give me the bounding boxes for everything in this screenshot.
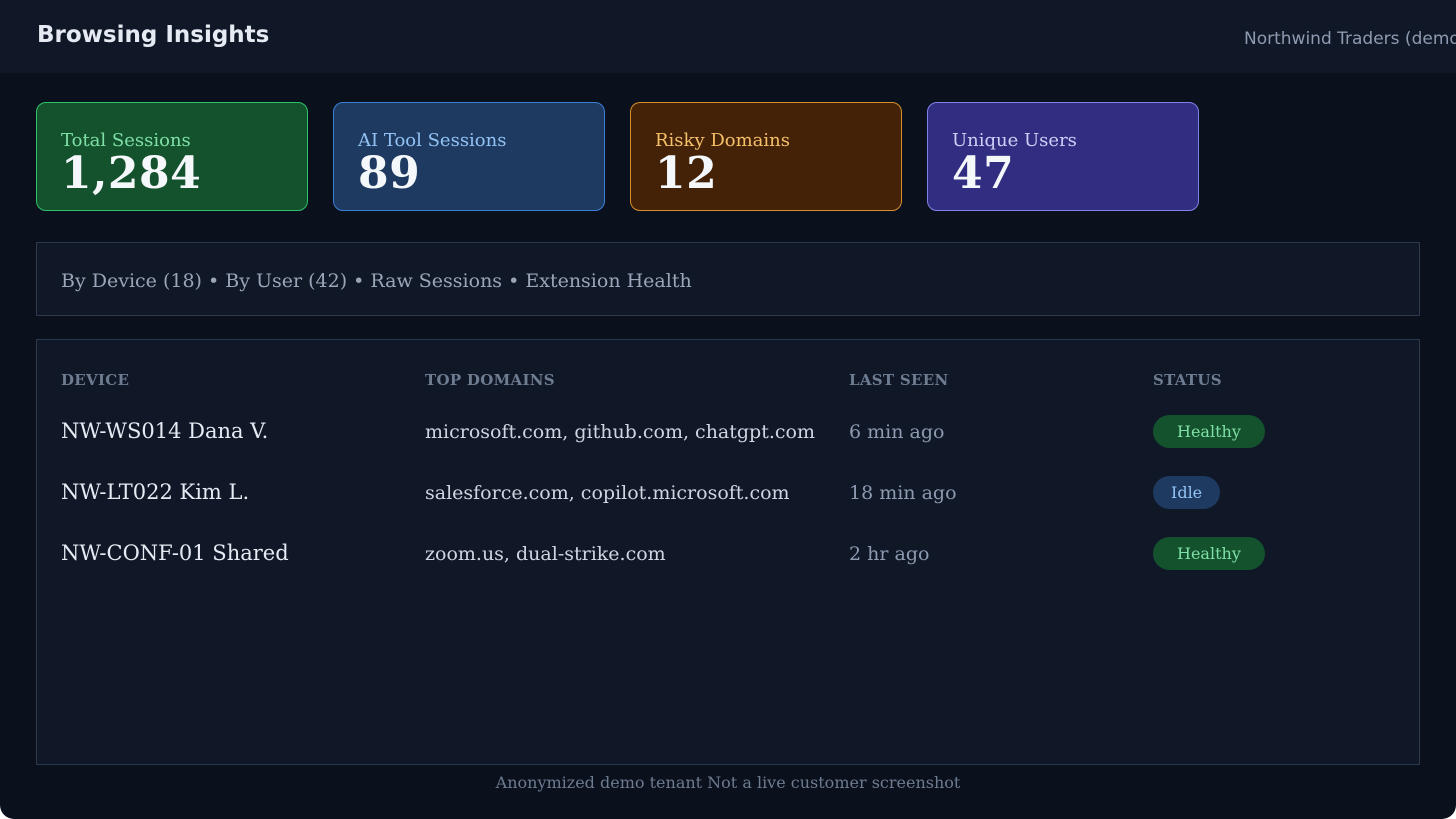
stat-card-risky-domains[interactable]: Risky Domains 12	[630, 102, 902, 211]
tab-separator: •	[201, 270, 226, 292]
top-bar: Browsing Insights Northwind Traders (dem…	[0, 0, 1456, 73]
status-badge: Healthy	[1153, 537, 1265, 570]
stat-value: 47	[952, 148, 1015, 199]
tab-by-user[interactable]: By User (42)	[225, 270, 347, 292]
top-domains: salesforce.com, copilot.microsoft.com	[425, 482, 790, 504]
table-row[interactable]: NW-LT022 Kim L. salesforce.com, copilot.…	[37, 473, 1419, 513]
stat-value: 89	[358, 148, 421, 199]
tab-extension-health[interactable]: Extension Health	[525, 270, 691, 292]
top-domains: zoom.us, dual-strike.com	[425, 543, 666, 565]
column-header-status[interactable]: STATUS	[1153, 371, 1222, 389]
device-name: NW-LT022 Kim L.	[61, 480, 250, 504]
tab-separator: •	[502, 270, 526, 292]
page-title: Browsing Insights	[37, 22, 270, 48]
status-badge: Healthy	[1153, 415, 1265, 448]
column-header-last-seen[interactable]: LAST SEEN	[849, 371, 949, 389]
last-seen: 6 min ago	[849, 421, 945, 443]
tab-separator: •	[347, 270, 371, 292]
device-name: NW-WS014 Dana V.	[61, 419, 269, 443]
stat-value: 1,284	[61, 148, 202, 199]
stat-card-unique-users[interactable]: Unique Users 47	[927, 102, 1199, 211]
tab-by-device[interactable]: By Device (18)	[61, 270, 202, 292]
tenant-name[interactable]: Northwind Traders (demo)	[1244, 29, 1456, 49]
status-badge: Idle	[1153, 476, 1221, 509]
column-header-device[interactable]: DEVICE	[61, 371, 129, 389]
column-header-top-domains[interactable]: TOP DOMAINS	[425, 371, 555, 389]
stat-value: 12	[655, 148, 718, 199]
stat-card-total-sessions[interactable]: Total Sessions 1,284	[36, 102, 308, 211]
device-table: DEVICE TOP DOMAINS LAST SEEN STATUS NW-W…	[36, 339, 1420, 765]
tab-list: By Device (18) • By User (42) • Raw Sess…	[61, 270, 692, 292]
top-domains: microsoft.com, github.com, chatgpt.com	[425, 421, 815, 443]
footer-disclaimer: Anonymized demo tenant Not a live custom…	[495, 773, 961, 792]
device-name: NW-CONF-01 Shared	[61, 541, 289, 565]
tab-raw-sessions[interactable]: Raw Sessions	[370, 270, 502, 292]
last-seen: 2 hr ago	[849, 543, 930, 565]
app-window: Browsing Insights Northwind Traders (dem…	[0, 0, 1456, 819]
table-row[interactable]: NW-WS014 Dana V. microsoft.com, github.c…	[37, 412, 1419, 452]
stat-card-ai-tool-sessions[interactable]: AI Tool Sessions 89	[333, 102, 605, 211]
view-tabs: By Device (18) • By User (42) • Raw Sess…	[36, 242, 1420, 316]
table-row[interactable]: NW-CONF-01 Shared zoom.us, dual-strike.c…	[37, 534, 1419, 574]
last-seen: 18 min ago	[849, 482, 957, 504]
